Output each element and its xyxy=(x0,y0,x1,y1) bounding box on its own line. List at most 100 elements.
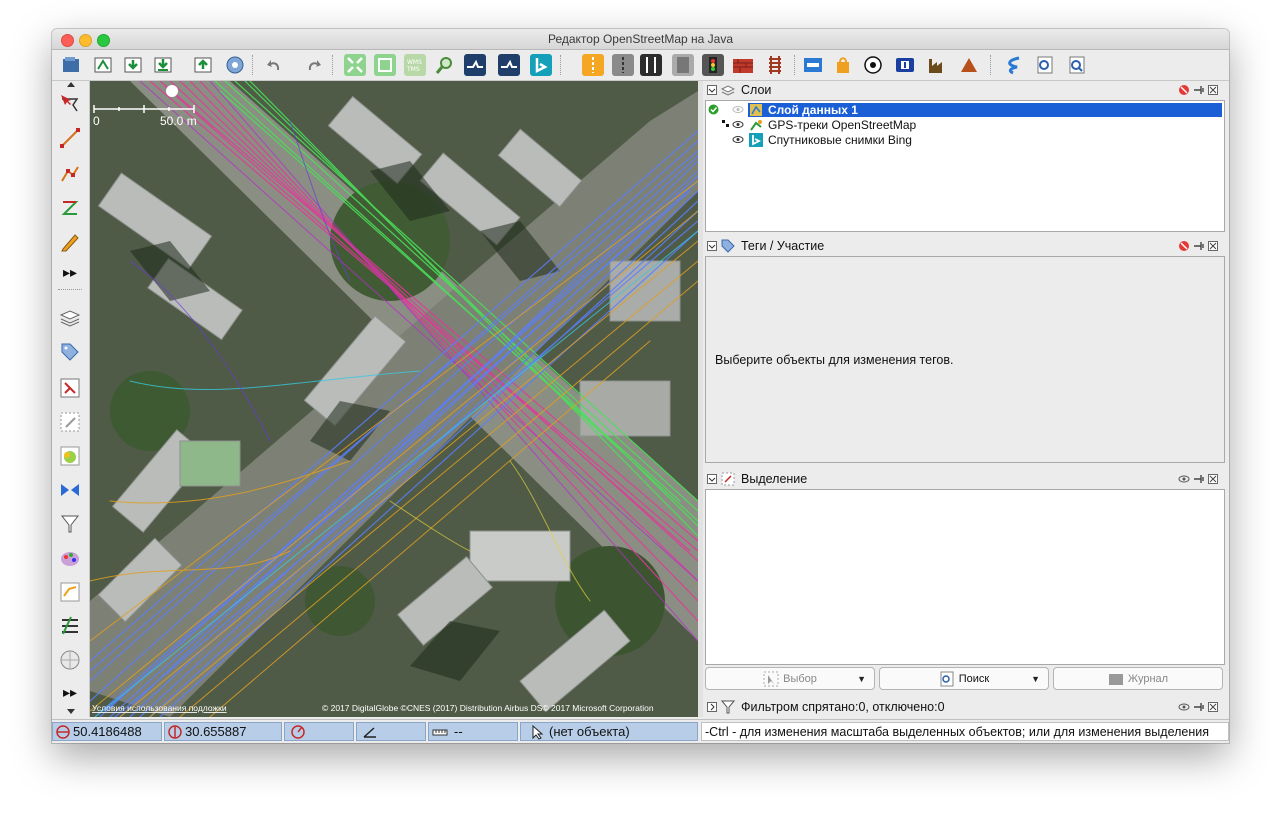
search-object-icon[interactable] xyxy=(1066,54,1088,76)
layer-row[interactable]: GPS-треки OpenStreetMap xyxy=(706,118,1224,132)
search-button[interactable]: Поиск ▼ xyxy=(879,667,1049,690)
layers-panel-title: Слои xyxy=(741,83,772,97)
dropdown-arrow-icon[interactable]: ▼ xyxy=(1031,674,1040,684)
scroll-down-icon[interactable] xyxy=(67,709,75,714)
layer-name: GPS-треки OpenStreetMap xyxy=(768,118,917,132)
track-preset-icon[interactable] xyxy=(612,54,634,76)
information-preset-icon[interactable] xyxy=(894,54,916,76)
redo-icon[interactable] xyxy=(302,54,324,76)
more-panels-icon[interactable]: ▸▸ xyxy=(59,681,81,703)
bridge-preset-icon[interactable] xyxy=(672,54,694,76)
svg-text:TMS: TMS xyxy=(406,66,420,73)
pencil-icon[interactable] xyxy=(59,231,81,253)
title-bar: Редактор OpenStreetMap на Java xyxy=(52,29,1229,50)
undo-icon[interactable] xyxy=(264,54,286,76)
close-panel-icon[interactable] xyxy=(1178,240,1190,252)
football-preset-icon[interactable] xyxy=(862,54,884,76)
rail-preset-icon[interactable] xyxy=(640,54,662,76)
draw-line-icon[interactable] xyxy=(59,127,81,149)
tags-icon[interactable] xyxy=(59,341,81,363)
show-panel-icon[interactable] xyxy=(1178,701,1190,713)
zoom-icon[interactable] xyxy=(434,54,456,76)
todo-icon[interactable] xyxy=(59,615,81,637)
road-preset-icon[interactable] xyxy=(582,54,604,76)
detach-panel-icon[interactable] xyxy=(1193,473,1205,485)
zoom-to-data-icon[interactable] xyxy=(344,54,366,76)
bing-icon[interactable] xyxy=(530,54,552,76)
close-panel-icon[interactable] xyxy=(1178,84,1190,96)
terms-link[interactable]: Условия использования подложки xyxy=(92,703,227,713)
bed-preset-icon[interactable] xyxy=(802,54,824,76)
svg-text:WMS: WMS xyxy=(407,59,422,66)
conflicts-icon[interactable] xyxy=(59,445,81,467)
visibility-eye-icon[interactable] xyxy=(732,119,744,130)
validation-icon[interactable] xyxy=(59,479,81,501)
layer-row[interactable]: Слой данных 1 xyxy=(706,103,1224,117)
dropdown-arrow-icon[interactable]: ▼ xyxy=(857,674,866,684)
minimize-panel-icon[interactable] xyxy=(1208,473,1219,485)
visibility-eye-icon[interactable] xyxy=(732,104,744,115)
layer-name: Слой данных 1 xyxy=(768,103,858,117)
splitter[interactable] xyxy=(698,81,703,717)
open-location-icon[interactable] xyxy=(92,54,114,76)
improve-way-icon[interactable] xyxy=(59,163,81,185)
layer-row[interactable]: Спутниковые снимки Bing xyxy=(706,133,1224,147)
parallel-way-icon[interactable] xyxy=(59,197,81,219)
changesets-icon[interactable] xyxy=(59,581,81,603)
map-view[interactable]: 0 50.0 m Условия использования подложки … xyxy=(90,81,698,717)
search-preset-icon[interactable] xyxy=(1034,54,1056,76)
download-object-icon[interactable] xyxy=(152,54,174,76)
open-file-icon[interactable] xyxy=(60,54,82,76)
detach-panel-icon[interactable] xyxy=(1193,701,1205,713)
peak-preset-icon[interactable] xyxy=(958,54,980,76)
osm-layer-icon[interactable] xyxy=(464,54,486,76)
main-toolbar: WMS TMS xyxy=(52,50,1229,81)
collapse-icon[interactable] xyxy=(707,85,717,95)
upload-icon[interactable] xyxy=(192,54,214,76)
expand-icon[interactable] xyxy=(707,702,717,712)
relations-icon[interactable] xyxy=(59,377,81,399)
river-preset-icon[interactable] xyxy=(1002,54,1024,76)
tags-panel-header: Теги / Участие xyxy=(703,237,1225,255)
select-mode-icon[interactable] xyxy=(59,93,81,115)
select-button[interactable]: Выбор ▼ xyxy=(705,667,875,690)
detach-panel-icon[interactable] xyxy=(1193,84,1205,96)
minimize-panel-icon[interactable] xyxy=(1208,701,1219,713)
selection-list-icon[interactable] xyxy=(59,411,81,433)
visibility-eye-icon[interactable] xyxy=(732,134,744,145)
wall-preset-icon[interactable] xyxy=(732,54,754,76)
search-button-label: Поиск xyxy=(958,672,990,685)
detach-panel-icon[interactable] xyxy=(1193,240,1205,252)
globe-icon[interactable] xyxy=(59,649,81,671)
scroll-up-icon[interactable] xyxy=(67,82,75,87)
layer-tree-icon xyxy=(722,120,729,127)
selection-panel-header: Выделение xyxy=(703,470,1225,488)
layers-icon[interactable] xyxy=(59,307,81,329)
railway-preset-icon[interactable] xyxy=(764,54,786,76)
active-layer-icon[interactable] xyxy=(708,104,719,115)
collapse-icon[interactable] xyxy=(707,241,717,251)
preferences-icon[interactable] xyxy=(224,54,246,76)
latitude-field: 50.4186488 xyxy=(52,722,162,741)
download-icon[interactable] xyxy=(122,54,144,76)
minimize-panel-icon[interactable] xyxy=(1208,240,1219,252)
wms-imagery-icon[interactable]: WMS TMS xyxy=(404,54,426,76)
traffic-light-preset-icon[interactable] xyxy=(702,54,724,76)
more-tools-icon[interactable]: ▸▸ xyxy=(59,261,81,283)
layer-name: Спутниковые снимки Bing xyxy=(768,133,912,147)
scale-label: 50.0 m xyxy=(160,114,197,128)
gps-layer-icon[interactable] xyxy=(498,54,520,76)
minimize-panel-icon[interactable] xyxy=(1208,84,1219,96)
shop-preset-icon[interactable] xyxy=(832,54,854,76)
map-attribution: © 2017 DigitalGlobe ©CNES (2017) Distrib… xyxy=(322,703,654,713)
industrial-preset-icon[interactable] xyxy=(926,54,948,76)
satellite-map[interactable]: 0 50.0 m Условия использования подложки … xyxy=(90,81,698,717)
collapse-icon[interactable] xyxy=(707,474,717,484)
show-panel-icon[interactable] xyxy=(1178,473,1190,485)
history-button[interactable]: Журнал xyxy=(1053,667,1223,690)
selection-panel-title: Выделение xyxy=(741,472,808,486)
map-paint-icon[interactable] xyxy=(59,547,81,569)
zoom-to-selection-icon[interactable] xyxy=(374,54,396,76)
selection-list[interactable] xyxy=(705,489,1225,665)
filter-icon[interactable] xyxy=(59,513,81,535)
